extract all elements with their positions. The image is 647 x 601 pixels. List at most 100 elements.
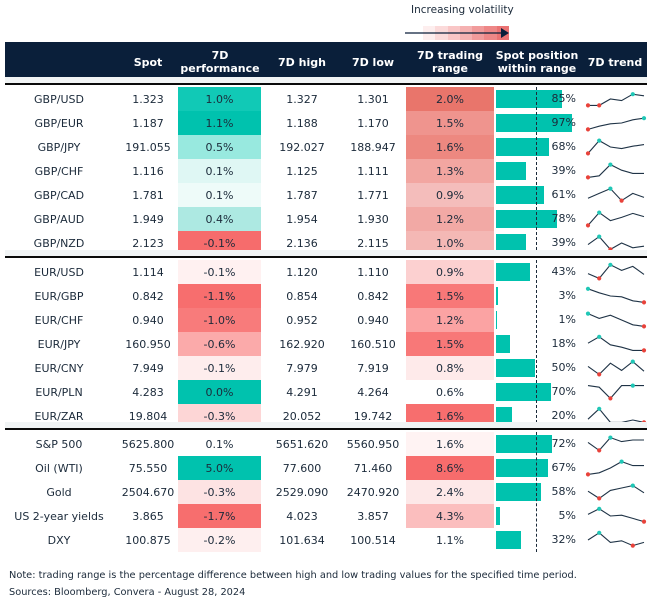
table-row: GBP/JPY 191.055 0.5% 192.027 188.947 1.6% 68% [5, 135, 647, 159]
table-header: Spot 7D performance 7D high 7D low 7D tr… [5, 42, 647, 82]
trend-line [587, 313, 645, 327]
position-midline [536, 432, 537, 552]
position-value: 72% [551, 437, 576, 450]
position-value: 97% [551, 116, 576, 129]
cell-position: 1% [496, 308, 580, 332]
cell-range: 1.2% [406, 207, 494, 231]
table-row: EUR/CNY 7.949 -0.1% 7.979 7.919 0.8% 50% [5, 356, 647, 380]
trend-line [587, 235, 645, 251]
cell-range: 0.9% [406, 183, 494, 207]
position-value: 67% [551, 461, 576, 474]
cell-range: 0.8% [406, 356, 494, 380]
cell-spot: 1.116 [132, 164, 164, 178]
position-bar [496, 383, 551, 401]
cell-trend [583, 111, 647, 135]
cell-name: EUR/CHF [34, 313, 84, 327]
cell-trend [583, 456, 647, 480]
cell-perf: 0.0% [178, 380, 261, 404]
trend-line [587, 288, 645, 303]
table-row: EUR/JPY 160.950 -0.6% 162.920 160.510 1.5% 18% [5, 332, 647, 356]
trend-high-marker [597, 210, 602, 215]
cell-name: S&P 500 [35, 437, 83, 451]
cell-position: 67% [496, 456, 580, 480]
trend-line [587, 163, 644, 178]
cell-trend [583, 207, 647, 231]
cell-range: 1.6% [406, 135, 494, 159]
cell-range: 1.5% [406, 332, 494, 356]
position-midline [536, 260, 537, 428]
cell-perf: 1.0% [178, 87, 261, 111]
cell-high: 1.954 [286, 212, 318, 226]
cell-high: 4.291 [286, 385, 318, 399]
table-row: GBP/CAD 1.781 0.1% 1.787 1.771 0.9% 61% [5, 183, 647, 207]
position-bar [496, 311, 497, 329]
trend-sparkline [585, 311, 647, 329]
cell-spot: 1.187 [132, 116, 164, 130]
cell-low: 0.842 [357, 289, 389, 303]
cell-position: 18% [496, 332, 580, 356]
table-row: GBP/AUD 1.949 0.4% 1.954 1.930 1.2% 78% [5, 207, 647, 231]
cell-position: 39% [496, 159, 580, 183]
cell-trend [583, 480, 647, 504]
cell-trend [583, 87, 647, 111]
trend-high-marker [619, 459, 624, 464]
cell-perf: -1.7% [178, 504, 261, 528]
cell-perf: 0.5% [178, 135, 261, 159]
position-bar [496, 435, 553, 453]
cell-name: EUR/GBP [34, 289, 84, 303]
cell-name: GBP/CHF [34, 164, 84, 178]
cell-range: 4.3% [406, 504, 494, 528]
cell-low: 1.301 [357, 92, 389, 106]
trend-sparkline [587, 262, 645, 281]
position-value: 5% [558, 509, 576, 522]
group-separator-line [5, 256, 647, 258]
cell-name: GBP/CAD [33, 188, 85, 202]
cell-perf: 0.1% [178, 432, 261, 456]
trend-low-marker [585, 175, 591, 180]
trend-sparkline [587, 359, 645, 377]
cell-position: 97% [496, 111, 580, 135]
trend-high-marker [608, 435, 613, 440]
cell-low: 5560.950 [346, 437, 400, 451]
table-row: US 2-year yields 3.865 -1.7% 4.023 3.857 4.3%… [5, 504, 647, 528]
trend-line [587, 460, 644, 475]
volatility-legend: Increasing volatility [405, 4, 515, 40]
header-spot-position: Spot position within range [495, 49, 579, 75]
cell-high: 4.023 [286, 509, 318, 523]
trend-sparkline [587, 530, 645, 548]
cell-high: 1.188 [286, 116, 318, 130]
cell-low: 7.919 [357, 361, 389, 375]
cell-range: 8.6% [406, 456, 494, 480]
cell-range: 2.0% [406, 87, 494, 111]
cell-range: 1.5% [406, 284, 494, 308]
position-value: 70% [551, 385, 576, 398]
trend-high-marker [608, 186, 613, 191]
position-bar [496, 263, 530, 281]
cell-high: 1.327 [286, 92, 318, 106]
cell-low: 1.110 [357, 265, 389, 279]
header-7d-trading-range: 7D trading range [416, 49, 484, 75]
trend-high-marker [597, 138, 602, 143]
trend-low-marker [641, 519, 647, 524]
cell-trend [583, 183, 647, 207]
position-value: 50% [551, 361, 576, 374]
table-row: EUR/CHF 0.940 -1.0% 0.952 0.940 1.2% 1% [5, 308, 647, 332]
trend-low-marker [641, 348, 647, 353]
trend-high-marker [608, 262, 613, 267]
trend-low-marker [597, 496, 602, 501]
cell-name: EUR/CNY [34, 361, 84, 375]
cell-high: 1.787 [286, 188, 318, 202]
position-bar [496, 162, 527, 180]
header-7d-trend: 7D trend [587, 55, 643, 69]
table-row: GBP/USD 1.323 1.0% 1.327 1.301 2.0% 85% [5, 87, 647, 111]
cell-high: 0.952 [286, 313, 318, 327]
cell-range: 1.2% [406, 308, 494, 332]
cell-spot: 5625.800 [121, 437, 175, 451]
cell-trend [583, 260, 647, 284]
cell-name: EUR/PLN [35, 385, 83, 399]
cell-low: 2470.920 [346, 485, 400, 499]
cell-spot: 4.283 [132, 385, 164, 399]
cell-high: 2529.090 [275, 485, 329, 499]
position-bar [496, 210, 557, 228]
cell-perf: -0.1% [178, 356, 261, 380]
